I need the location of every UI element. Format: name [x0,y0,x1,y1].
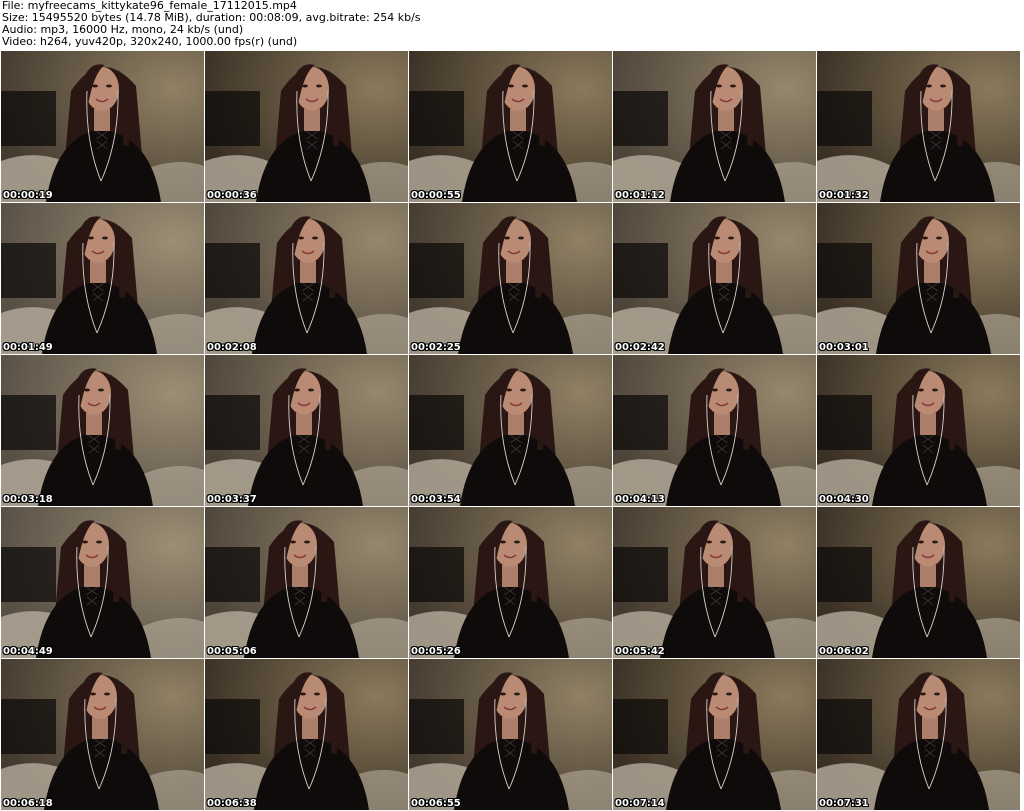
frame-timestamp: 00:06:38 [207,798,257,809]
video-frame-image [817,203,1020,354]
frame-timestamp: 00:05:26 [411,646,461,657]
thumbnail-frame: 00:05:06 [205,507,408,658]
thumbnail-frame: 00:07:14 [613,659,816,810]
frame-timestamp: 00:03:37 [207,494,257,505]
video-frame-image [205,507,408,658]
thumbnail-frame: 00:00:36 [205,51,408,202]
video-frame-image [409,507,612,658]
video-frame-image [1,507,204,658]
frame-timestamp: 00:00:19 [3,190,53,201]
frame-timestamp: 00:06:18 [3,798,53,809]
frame-timestamp: 00:05:06 [207,646,257,657]
video-frame-image [817,355,1020,506]
thumbnail-frame: 00:01:12 [613,51,816,202]
thumbnail-frame: 00:05:42 [613,507,816,658]
video-frame-image [1,51,204,202]
thumbnail-frame: 00:02:25 [409,203,612,354]
thumbnail-grid: 00:00:19 00:00:36 00:00:55 00:01:12 00:01:32… [1,51,1023,811]
thumbnail-frame: 00:01:32 [817,51,1020,202]
frame-timestamp: 00:02:42 [615,342,665,353]
video-frame-image [817,659,1020,810]
frame-timestamp: 00:02:08 [207,342,257,353]
thumbnail-frame: 00:06:38 [205,659,408,810]
frame-timestamp: 00:07:31 [819,798,869,809]
frame-timestamp: 00:03:01 [819,342,869,353]
thumbnail-frame: 00:06:18 [1,659,204,810]
thumbnail-frame: 00:07:31 [817,659,1020,810]
frame-timestamp: 00:04:13 [615,494,665,505]
video-frame-image [205,659,408,810]
audio-info-line: Audio: mp3, 16000 Hz, mono, 24 kb/s (und… [2,24,244,36]
size-duration-line: Size: 15495520 bytes (14.78 MiB), durati… [2,12,421,24]
frame-timestamp: 00:01:12 [615,190,665,201]
thumbnail-frame: 00:04:49 [1,507,204,658]
video-frame-image [409,659,612,810]
frame-timestamp: 00:02:25 [411,342,461,353]
frame-timestamp: 00:00:55 [411,190,461,201]
frame-timestamp: 00:06:02 [819,646,869,657]
video-frame-image [409,203,612,354]
frame-timestamp: 00:01:32 [819,190,869,201]
thumbnail-frame: 00:03:18 [1,355,204,506]
frame-timestamp: 00:03:18 [3,494,53,505]
video-frame-image [205,51,408,202]
video-frame-image [817,507,1020,658]
frame-timestamp: 00:01:49 [3,342,53,353]
frame-timestamp: 00:07:14 [615,798,665,809]
thumbnail-frame: 00:03:37 [205,355,408,506]
video-frame-image [613,355,816,506]
thumbnail-frame: 00:02:42 [613,203,816,354]
video-frame-image [205,203,408,354]
video-frame-image [613,51,816,202]
thumbnail-frame: 00:06:55 [409,659,612,810]
video-frame-image [817,51,1020,202]
file-name-line: File: myfreecams_kittykate96_female_1711… [2,0,297,12]
frame-timestamp: 00:04:30 [819,494,869,505]
video-frame-image [409,355,612,506]
video-frame-image [1,355,204,506]
thumbnail-frame: 00:03:54 [409,355,612,506]
frame-timestamp: 00:00:36 [207,190,257,201]
thumbnail-frame: 00:00:55 [409,51,612,202]
frame-timestamp: 00:05:42 [615,646,665,657]
video-frame-image [409,51,612,202]
video-frame-image [1,659,204,810]
thumbnail-frame: 00:04:30 [817,355,1020,506]
thumbnail-frame: 00:04:13 [613,355,816,506]
thumbnail-frame: 00:06:02 [817,507,1020,658]
thumbnail-frame: 00:02:08 [205,203,408,354]
frame-timestamp: 00:06:55 [411,798,461,809]
thumbnail-frame: 00:01:49 [1,203,204,354]
info-header: File: myfreecams_kittykate96_female_1711… [2,0,1022,50]
thumbnail-frame: 00:03:01 [817,203,1020,354]
thumbnail-frame: 00:05:26 [409,507,612,658]
video-frame-image [613,203,816,354]
video-info-line: Video: h264, yuv420p, 320x240, 1000.00 f… [2,36,298,48]
video-frame-image [613,659,816,810]
video-frame-image [205,355,408,506]
frame-timestamp: 00:03:54 [411,494,461,505]
thumbnail-frame: 00:00:19 [1,51,204,202]
frame-timestamp: 00:04:49 [3,646,53,657]
video-frame-image [613,507,816,658]
video-frame-image [1,203,204,354]
